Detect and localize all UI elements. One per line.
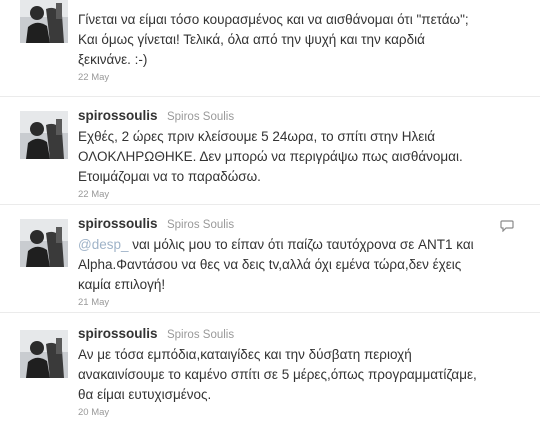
screen-name-link[interactable]: spirossoulis [78,326,158,341]
tweet-timestamp[interactable]: 22 May [78,72,532,83]
tweet-header: spirossoulis Spiros Soulis [78,215,532,233]
tweet-item: spirossoulis Spiros Soulis Αν με τόσα εμ… [0,313,540,425]
avatar[interactable] [20,111,68,159]
avatar[interactable] [20,330,68,378]
tweet-timestamp[interactable]: 21 May [78,297,532,308]
tweet-text: @desp_ ναι μόλις μου το είπαν ότι παίζω … [78,237,474,292]
avatar[interactable] [20,219,68,267]
avatar-photo [20,219,68,267]
tweet-text: Εχθές, 2 ώρες πριν κλείσουμε 5 24ωρα, το… [78,129,463,184]
tweet-header: spirossoulis Spiros Soulis [78,325,532,343]
mention-link[interactable]: @desp_ [78,237,129,252]
tweet-timeline: Γίνεται να είμαι τόσο κουρασμένος και να… [0,0,540,425]
screen-name-link[interactable]: spirossoulis [78,216,158,231]
full-name: Spiros Soulis [166,329,235,341]
tweet-item: spirossoulis Spiros Soulis @desp_ ναι μό… [0,205,540,313]
tweet-timestamp[interactable]: 20 May [78,407,532,418]
tweet-header: spirossoulis Spiros Soulis [78,107,532,125]
full-name: Spiros Soulis [166,111,235,123]
avatar-photo [20,111,68,159]
avatar-photo [20,0,68,43]
tweet-item: spirossoulis Spiros Soulis Εχθές, 2 ώρες… [0,97,540,205]
tweet-item: Γίνεται να είμαι τόσο κουρασμένος και να… [0,0,540,97]
tweet-text: Αν με τόσα εμπόδια,καταιγίδες και την δύ… [78,347,477,402]
full-name: Spiros Soulis [166,219,235,231]
avatar-photo [20,330,68,378]
tweet-text: Γίνεται να είμαι τόσο κουρασμένος και να… [78,12,469,67]
avatar[interactable] [20,0,68,43]
tweet-timestamp[interactable]: 22 May [78,189,532,200]
screen-name-link[interactable]: spirossoulis [78,108,158,123]
